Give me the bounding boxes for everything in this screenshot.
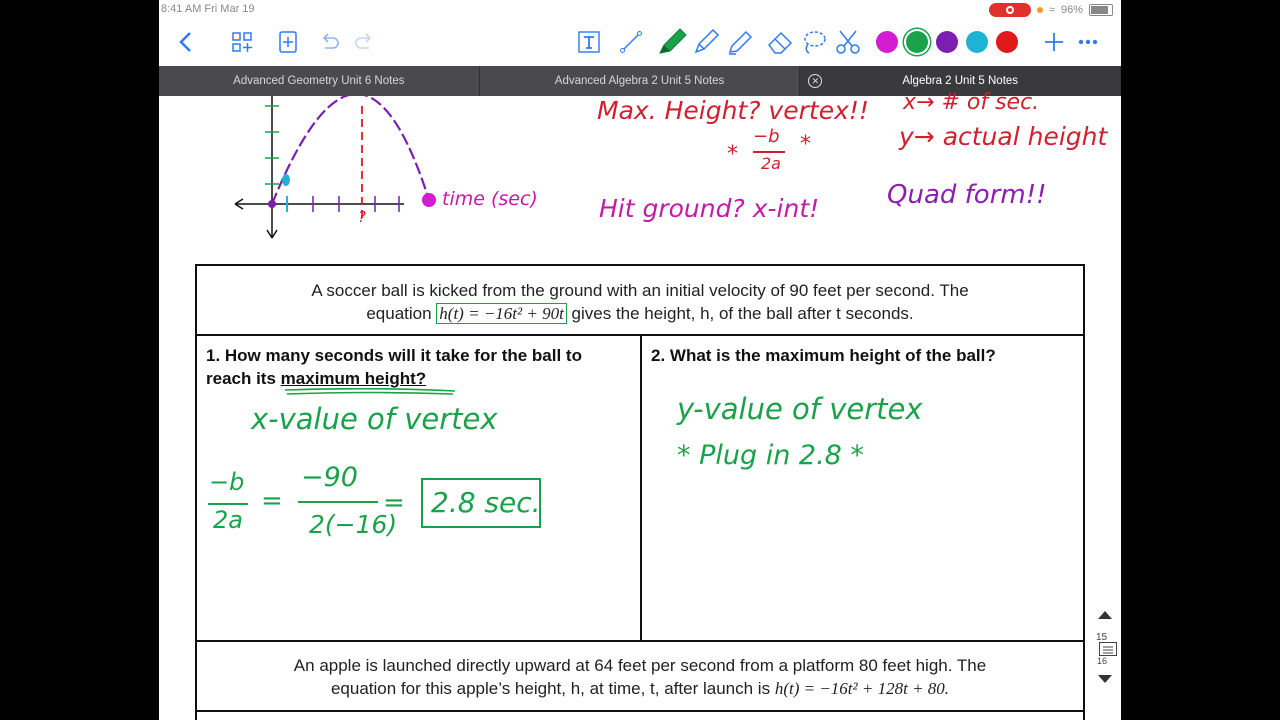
problem-1-eq-suffix: gives the height, h, of the ball after t… xyxy=(571,304,914,323)
lasso-icon[interactable] xyxy=(799,28,829,56)
color-swatch-cyan[interactable] xyxy=(966,31,988,53)
q2-work-line-2: * Plug in 2.8 * xyxy=(677,440,864,471)
wifi-icon: ≈ xyxy=(1048,4,1055,16)
row-divider xyxy=(197,640,1083,642)
problem-1-equation: h(t) = −16t² + 90t xyxy=(436,303,567,324)
problem-1-line-1: A soccer ball is kicked from the ground … xyxy=(311,281,969,300)
note-star-left: * xyxy=(727,142,738,167)
q1-answer: 2.8 sec. xyxy=(431,486,541,519)
scissors-icon[interactable] xyxy=(833,28,863,56)
add-page-icon[interactable] xyxy=(275,28,301,56)
worksheet-table: A soccer ball is kicked from the ground … xyxy=(195,264,1085,720)
ipad-screen: 8:41 AM Fri Mar 19 ≈ 96% Advanced Geomet… xyxy=(159,0,1121,720)
scroll-thumb-icon xyxy=(1103,646,1113,654)
problem-2-eq-prefix: equation for this apple’s height, h, at … xyxy=(330,679,771,698)
question-2: 2. What is the maximum height of the bal… xyxy=(651,346,996,365)
status-time: 8:41 AM Fri Mar 19 xyxy=(161,3,255,15)
problem-1-statement: A soccer ball is kicked from the ground … xyxy=(197,279,1083,325)
note-y-height: y→ actual height xyxy=(899,122,1108,151)
tab-advanced-algebra[interactable]: Advanced Algebra 2 Unit 5 Notes xyxy=(480,66,801,96)
toolbar xyxy=(159,20,1121,66)
problem-2-equation: h(t) = −16t² + 128t + 80. xyxy=(774,679,950,698)
tab-advanced-geometry[interactable]: Advanced Geometry Unit 6 Notes xyxy=(159,66,480,96)
problem-2-line-1: An apple is launched directly upward at … xyxy=(293,656,987,675)
problem-1-eq-prefix: equation xyxy=(366,304,432,323)
tab-label: Advanced Algebra 2 Unit 5 Notes xyxy=(554,75,725,87)
note-x-seconds: x→ # of sec. xyxy=(903,90,1040,115)
column-divider xyxy=(640,335,642,641)
graph-question-mark: ? xyxy=(358,208,366,226)
undo-icon[interactable] xyxy=(317,28,343,56)
color-swatch-green[interactable] xyxy=(906,31,928,53)
note-hit-ground: Hit ground? x-int! xyxy=(599,194,820,223)
problem-2-statement: An apple is launched directly upward at … xyxy=(197,654,1083,700)
graph-axis-label: time (sec) xyxy=(442,188,538,210)
q2-work-line-1: y-value of vertex xyxy=(677,392,923,426)
more-icon[interactable] xyxy=(1075,28,1101,56)
note-formula-num: −b xyxy=(753,126,780,147)
page-scroller[interactable]: 15 16 xyxy=(1091,606,1119,690)
problem-1-line-2: equation h(t) = −16t² + 90t gives the he… xyxy=(197,302,1083,325)
question-1-prefix: reach its xyxy=(206,369,276,388)
highlighter-icon[interactable] xyxy=(725,28,755,56)
question-1-line-1: 1. How many seconds will it take for the… xyxy=(206,346,582,365)
thumbnails-icon[interactable] xyxy=(229,28,255,56)
parabola-sketch xyxy=(234,96,436,239)
tab-label: Algebra 2 Unit 5 Notes xyxy=(902,75,1019,87)
color-swatch-purple[interactable] xyxy=(936,31,958,53)
redo-icon[interactable] xyxy=(351,28,377,56)
battery-percent: 96% xyxy=(1060,4,1083,16)
question-1-underlined: maximum height? xyxy=(280,369,427,388)
q1-work-equals-2: = xyxy=(383,488,405,518)
mic-indicator-dot xyxy=(1036,7,1043,13)
scroll-up-icon[interactable] xyxy=(1097,610,1113,620)
screen-recording-indicator[interactable] xyxy=(988,3,1031,17)
status-bar: 8:41 AM Fri Mar 19 ≈ 96% xyxy=(159,0,1121,20)
back-icon[interactable] xyxy=(173,28,197,56)
add-icon[interactable] xyxy=(1041,28,1067,56)
line-tool-icon[interactable] xyxy=(617,28,645,56)
green-underline xyxy=(284,388,456,395)
page-number-total: 16 xyxy=(1097,656,1108,666)
text-tool-icon[interactable] xyxy=(575,28,603,56)
eraser-icon[interactable] xyxy=(765,28,795,56)
color-swatch-magenta[interactable] xyxy=(876,31,898,53)
battery-icon xyxy=(1089,4,1113,16)
q1-work-num-2: −90 xyxy=(301,462,358,493)
pencil-icon[interactable] xyxy=(691,28,721,56)
question-1: 1. How many seconds will it take for the… xyxy=(206,344,636,390)
note-star-right: * xyxy=(800,132,811,157)
color-swatch-red[interactable] xyxy=(996,31,1018,53)
q1-answer-box: 2.8 sec. xyxy=(421,478,541,528)
note-max-height: Max. Height? vertex!! xyxy=(597,96,869,125)
note-formula-den: 2a xyxy=(761,154,781,173)
pen-icon[interactable] xyxy=(655,28,689,56)
q1-fraction-bar-2 xyxy=(298,501,378,503)
scroll-down-icon[interactable] xyxy=(1097,674,1113,684)
row-divider xyxy=(197,710,1083,712)
q1-work-den-1: 2a xyxy=(213,506,243,534)
scroll-thumb[interactable] xyxy=(1099,642,1117,656)
q1-work-line-1: x-value of vertex xyxy=(251,402,498,436)
note-quad-form: Quad form!! xyxy=(887,180,1047,210)
q1-work-num-1: −b xyxy=(209,468,245,496)
q1-work-equals-1: = xyxy=(261,486,283,516)
close-tab-icon[interactable]: ✕ xyxy=(808,74,823,88)
tab-label: Advanced Geometry Unit 6 Notes xyxy=(233,75,405,87)
notebook-page[interactable]: time (sec) ? Max. Height? vertex!! x→ # … xyxy=(159,90,1121,720)
